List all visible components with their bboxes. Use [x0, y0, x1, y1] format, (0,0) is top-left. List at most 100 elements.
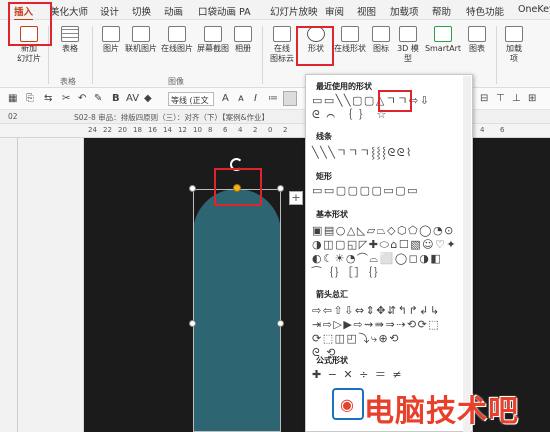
undo-icon[interactable]: ↶	[78, 93, 86, 104]
icons-button[interactable]: 图标	[370, 26, 392, 54]
tab-transitions[interactable]: 切换	[132, 4, 151, 18]
group-separator	[262, 26, 263, 84]
album-label: 相册	[235, 44, 251, 53]
slide-number: 02	[8, 112, 18, 121]
recent-shapes-row[interactable]: ᘓ ⌒ ｛ ｝ ☆	[312, 109, 388, 121]
distribute-icon[interactable]: ⊞	[528, 93, 536, 104]
callout-rounded-rect-option	[378, 90, 412, 112]
align-top-icon[interactable]: ⊤	[496, 93, 505, 104]
ruler-tick: 4	[480, 126, 485, 134]
addins-label: 加载 项	[506, 44, 522, 63]
lines-row[interactable]: ╲╲╲ㄱㄱㄱ⸾⸾⸾ᘓᘓ⌇	[312, 147, 413, 159]
chart-button[interactable]: 图表	[466, 26, 488, 54]
icons-label: 图标	[373, 44, 389, 53]
online-picture-icon	[132, 26, 150, 42]
tab-addins[interactable]: 加载项	[390, 4, 419, 18]
ruler-tick: 14	[163, 126, 172, 134]
online-picture2-button[interactable]: 在线图片	[160, 26, 194, 54]
font-shrink-icon[interactable]: ᴀ	[238, 93, 244, 104]
arrows-row[interactable]: ⟳⬚◫◰⤵⤷⊕⟲	[312, 333, 400, 345]
basic-shapes-row[interactable]: ◐☾☀◔⌒⌓⬜◯◻◑◧	[312, 253, 442, 265]
callout-shapes-button	[296, 26, 334, 66]
online-shapes-button[interactable]: 在线形状	[334, 26, 366, 54]
copy-icon[interactable]: ⎘	[26, 93, 34, 104]
picture-button[interactable]: 图片	[98, 26, 124, 54]
italic-button[interactable]: I	[254, 93, 257, 104]
group-label-table: 表格	[60, 77, 76, 86]
arrows-row[interactable]: ⇨⇦⇧⇩⇔⇕✥⇵↰↱↲↳	[312, 305, 441, 317]
layout-options-button[interactable]: +	[289, 191, 303, 205]
dropdown-scrollbar[interactable]	[463, 76, 471, 432]
resize-handle-top-right[interactable]	[277, 185, 284, 192]
watermark-text: 电脑技术吧	[364, 394, 519, 429]
tab-meihua[interactable]: 美化大师	[50, 4, 88, 18]
album-icon	[234, 26, 252, 42]
selection-box	[193, 189, 281, 432]
bullet-list-icon[interactable]: ≔	[268, 93, 278, 104]
arrows-row[interactable]: ⇥⇨▷▶⇨⇝⇛⇒⇢⟲⟳⬚	[312, 319, 440, 331]
tab-pocket-animation[interactable]: 口袋动画 PA	[198, 4, 251, 18]
tab-slideshow[interactable]: 幻灯片放映	[270, 4, 318, 18]
online-shapes-icon	[341, 26, 359, 42]
format-painter-icon[interactable]: ✎	[94, 93, 102, 104]
group-label-images: 图像	[168, 77, 184, 86]
ruler-tick: 24	[88, 126, 97, 134]
screenshot-label: 屏幕截图	[197, 44, 229, 53]
resize-handle-left[interactable]	[189, 320, 196, 327]
tab-features[interactable]: 特色功能	[466, 4, 504, 18]
basic-shapes-row[interactable]: ⁀｛｝［］｛｝	[312, 267, 386, 279]
bold-button[interactable]: B	[112, 93, 120, 104]
callout-adjust-handle	[214, 168, 262, 206]
online-icons-icon	[273, 26, 291, 42]
addins-icon	[505, 26, 523, 42]
cut-icon[interactable]: ✂	[62, 93, 70, 104]
online-picture2-label: 在线图片	[161, 44, 193, 53]
tab-review[interactable]: 审阅	[325, 4, 344, 18]
tab-help[interactable]: 帮助	[432, 4, 451, 18]
tab-animations[interactable]: 动画	[164, 4, 183, 18]
paste-icon[interactable]: ▦	[8, 93, 17, 104]
online-picture-button[interactable]: 联机图片	[124, 26, 158, 54]
ruler-tick: 22	[103, 126, 112, 134]
basic-shapes-row[interactable]: ◑◫▢◱◸✚⬭⌂☐▧☺♡✦	[312, 239, 457, 251]
align-icon[interactable]: ⇆	[44, 93, 52, 104]
rectangles-row[interactable]: ▭▭▢▢▢▢▭▢▭	[312, 185, 419, 197]
smartart-button[interactable]: SmartArt	[424, 26, 462, 54]
section-basic-shapes: 基本形状	[316, 210, 348, 219]
resize-handle-right[interactable]	[277, 320, 284, 327]
table-icon	[61, 26, 79, 42]
table-label: 表格	[62, 44, 78, 53]
slide-thumbnails-pane[interactable]	[0, 138, 84, 432]
screenshot-button[interactable]: 屏幕截图	[196, 26, 230, 54]
picture-label: 图片	[103, 44, 119, 53]
table-button[interactable]: 表格	[55, 26, 85, 54]
3d-model-button[interactable]: 3D 模 型	[396, 26, 420, 64]
ruler-tick: 8	[208, 126, 213, 134]
online-icons-button[interactable]: 在线 图标云	[268, 26, 296, 64]
shapes-gallery-dropdown: 最近使用的形状 ▭▭╲╲▢▢△ㄱㄱ⇨⇩ ᘓ ⌒ ｛ ｝ ☆ 线条 ╲╲╲ㄱㄱㄱ⸾…	[305, 74, 473, 432]
basic-shapes-row[interactable]: ▣▤○△◺▱⏢◇⬡⬠◯◔⊙	[312, 225, 455, 237]
tab-view[interactable]: 视图	[357, 4, 376, 18]
font-name-select[interactable]: 等线 (正文	[168, 92, 214, 106]
align-left-button[interactable]	[283, 91, 297, 106]
site-logo: ◉	[332, 388, 364, 420]
picture-icon	[102, 26, 120, 42]
equation-row[interactable]: ✚ − ✕ ÷ ＝ ≠	[312, 369, 403, 381]
tab-onekey[interactable]: OneKey	[518, 4, 550, 15]
shape-style-icon[interactable]: ◆	[144, 93, 152, 104]
camera-icon	[204, 26, 222, 42]
addins-button[interactable]: 加载 项	[502, 26, 526, 64]
font-grow-icon[interactable]: A	[222, 93, 229, 104]
ruler-tick: 10	[193, 126, 202, 134]
align-middle-icon[interactable]: ⊥	[512, 93, 521, 104]
album-button[interactable]: 相册	[232, 26, 254, 54]
arrange-icon[interactable]: ⊟	[480, 93, 488, 104]
powerpoint-window: 插入 美化大师 设计 切换 动画 口袋动画 PA 幻灯片放映 审阅 视图 加载项…	[0, 0, 550, 432]
ruler-tick: 2	[283, 126, 288, 134]
recent-shapes-row[interactable]: ▭▭╲╲▢▢△ㄱㄱ⇨⇩	[312, 95, 430, 107]
ruler-tick: 18	[133, 126, 142, 134]
tab-design[interactable]: 设计	[100, 4, 119, 18]
resize-handle-top-left[interactable]	[189, 185, 196, 192]
section-equation-shapes: 公式形状	[316, 356, 348, 365]
char-spacing-button[interactable]: AV	[126, 93, 139, 104]
